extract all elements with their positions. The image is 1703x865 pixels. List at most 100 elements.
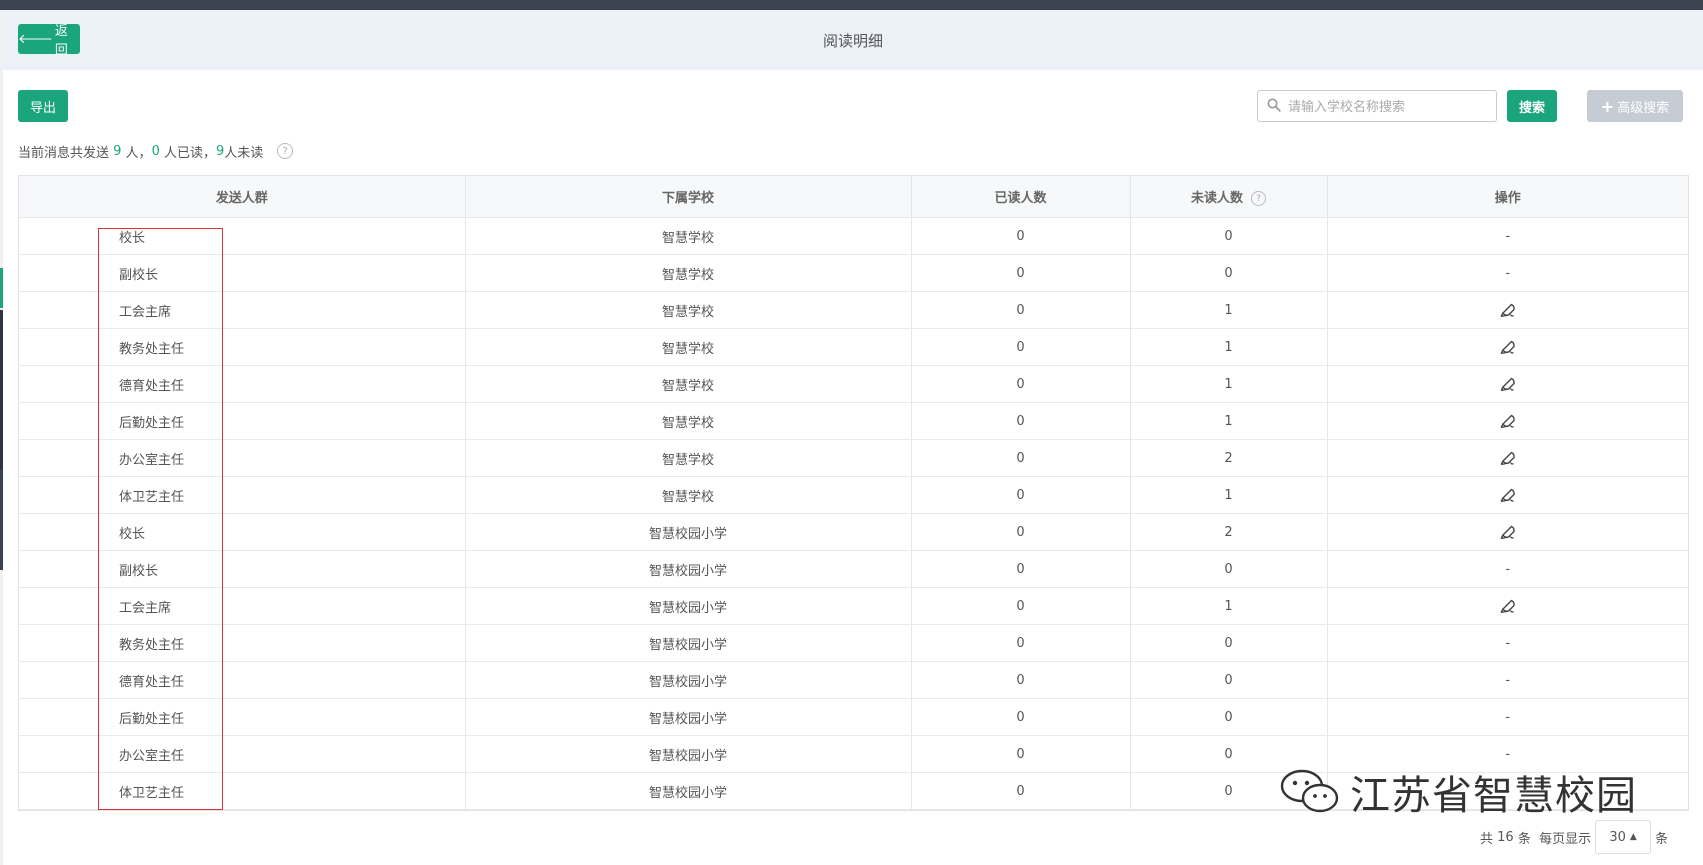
read-count-cell: 0 [911, 735, 1131, 773]
school-cell: 智慧校园小学 [465, 587, 912, 625]
summary-text: 人， [121, 145, 152, 161]
read-count-cell: 0 [911, 476, 1131, 514]
unread-count-cell: 1 [1130, 328, 1328, 366]
action-cell: - [1327, 254, 1688, 292]
group-cell: 工会主席 [19, 587, 466, 625]
table-row: 副校长 智慧校园小学 0 0- [19, 550, 1688, 588]
bell-icon [1500, 303, 1515, 318]
group-cell: 工会主席 [19, 291, 466, 329]
school-cell: 智慧校园小学 [465, 661, 912, 699]
sidebar-active-marker [0, 268, 3, 308]
remind-button[interactable] [1498, 599, 1518, 614]
col-header-group: 发送人群 [19, 176, 466, 218]
school-cell: 智慧学校 [465, 291, 912, 329]
remind-button[interactable] [1498, 303, 1518, 318]
bell-icon [1500, 451, 1515, 466]
table-row: 后勤处主任 智慧学校 0 1 [19, 402, 1688, 440]
page-title: 阅读明细 [822, 31, 883, 50]
action-cell: - [1327, 550, 1688, 588]
school-cell: 智慧校园小学 [465, 698, 912, 736]
bell-icon [1500, 414, 1515, 429]
school-cell: 智慧学校 [465, 254, 912, 292]
bell-icon [1500, 377, 1515, 392]
table-row: 教务处主任 智慧校园小学 0 0- [19, 624, 1688, 662]
sidebar-edge-dark [0, 310, 3, 470]
school-cell: 智慧校园小学 [465, 513, 912, 551]
table-row: 工会主席 智慧学校 0 1 [19, 291, 1688, 329]
read-count-cell: 0 [911, 661, 1131, 699]
col-header-unread-label: 未读人数 [1190, 191, 1243, 206]
wechat-icon [1280, 769, 1339, 813]
read-count-cell: 0 [911, 365, 1131, 403]
unread-count: 9 [215, 143, 225, 159]
school-cell: 智慧学校 [465, 328, 912, 366]
unread-count-cell: 0 [1130, 217, 1328, 255]
group-cell: 办公室主任 [19, 439, 466, 477]
table-row: 办公室主任 智慧学校 0 2 [19, 439, 1688, 477]
top-bar [0, 0, 1703, 10]
export-button[interactable]: 导出 [18, 90, 68, 122]
table-row: 校长 智慧学校 0 0- [19, 217, 1688, 255]
remind-button[interactable] [1498, 340, 1518, 355]
group-cell: 副校长 [19, 254, 466, 292]
school-cell: 智慧校园小学 [465, 624, 912, 662]
table-row: 体卫艺主任 智慧学校 0 1 [19, 476, 1688, 514]
remind-button[interactable] [1498, 451, 1518, 466]
pager-text: 共 [1480, 831, 1498, 847]
remind-button[interactable] [1498, 414, 1518, 429]
advanced-search-button[interactable]: + 高级搜索 [1587, 90, 1683, 122]
read-count-cell: 0 [911, 772, 1131, 810]
back-button[interactable]: 🡐 返回 [18, 24, 80, 58]
school-cell: 智慧学校 [465, 476, 912, 514]
col-header-unread: 未读人数? [1130, 176, 1328, 218]
read-count-cell: 0 [911, 254, 1131, 292]
remind-button[interactable] [1498, 525, 1518, 540]
action-cell: - [1327, 661, 1688, 699]
help-icon[interactable]: ? [277, 143, 294, 159]
col-header-school: 下属学校 [465, 176, 912, 218]
remind-button[interactable] [1498, 377, 1518, 392]
col-header-read: 已读人数 [911, 176, 1131, 218]
help-icon[interactable]: ? [1251, 191, 1266, 206]
read-count-cell: 0 [911, 624, 1131, 662]
read-count-cell: 0 [911, 328, 1131, 366]
summary-text: 人已读， [159, 145, 216, 161]
group-cell: 后勤处主任 [19, 698, 466, 736]
read-count-cell: 0 [911, 587, 1131, 625]
group-cell: 办公室主任 [19, 735, 466, 773]
plus-icon: + [1600, 96, 1615, 116]
search-button[interactable]: 搜索 [1507, 90, 1557, 122]
bell-icon [1500, 525, 1515, 540]
unread-count-cell: 2 [1130, 513, 1328, 551]
table-row: 校长 智慧校园小学 0 2 [19, 513, 1688, 551]
unread-count-cell: 2 [1130, 439, 1328, 477]
caret-up-icon: ▲ [1629, 832, 1637, 842]
school-cell: 智慧学校 [465, 217, 912, 255]
group-cell: 副校长 [19, 550, 466, 588]
action-cell [1327, 439, 1688, 477]
unread-count-cell: 1 [1130, 476, 1328, 514]
arrow-left-icon: 🡐 [18, 32, 53, 47]
school-cell: 智慧学校 [465, 402, 912, 440]
summary-text: 当前消息共发送 [18, 145, 114, 161]
search-input[interactable] [1286, 91, 1490, 123]
action-cell [1327, 587, 1688, 625]
action-cell [1327, 328, 1688, 366]
table-row: 德育处主任 智慧校园小学 0 0- [19, 661, 1688, 699]
read-count-cell: 0 [911, 439, 1131, 477]
action-cell: - [1327, 624, 1688, 662]
unread-count-cell: 1 [1130, 587, 1328, 625]
unread-count-cell: 0 [1130, 698, 1328, 736]
unread-count-cell: 1 [1130, 365, 1328, 403]
school-cell: 智慧学校 [465, 365, 912, 403]
action-cell [1327, 291, 1688, 329]
school-cell: 智慧校园小学 [465, 735, 912, 773]
group-cell: 德育处主任 [19, 661, 466, 699]
pagination: 共 16 条 每页显示 30 ▲ 条 [1480, 820, 1668, 854]
page-size-select[interactable]: 30 ▲ [1595, 820, 1652, 854]
school-cell: 智慧校园小学 [465, 550, 912, 588]
group-cell: 德育处主任 [19, 365, 466, 403]
watermark-text: 江苏省智慧校园 [1350, 773, 1637, 819]
remind-button[interactable] [1498, 488, 1518, 503]
col-header-action: 操作 [1327, 176, 1688, 218]
